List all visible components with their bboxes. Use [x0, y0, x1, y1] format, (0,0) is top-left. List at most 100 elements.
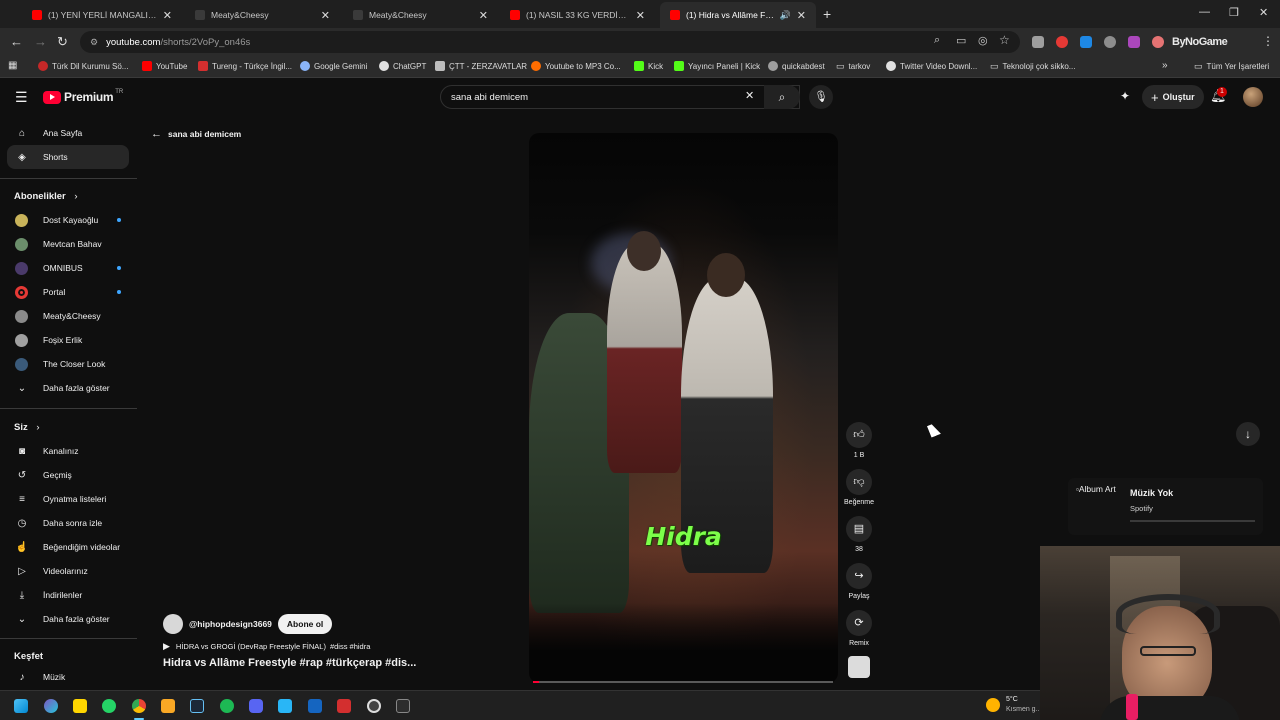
- bookmark-item[interactable]: Tureng - Türkçe İngil...: [198, 61, 292, 71]
- remix-action[interactable]: ⟳ Remix: [846, 610, 872, 647]
- subscriptions-header[interactable]: Abonelikler ›: [14, 191, 78, 202]
- copilot-icon[interactable]: [44, 699, 58, 713]
- bookmark-item[interactable]: YouTube: [142, 61, 187, 71]
- extension-icon[interactable]: [1080, 36, 1092, 48]
- sidebar-item-shorts[interactable]: ◈ Shorts: [7, 145, 129, 169]
- subscription-item[interactable]: Meaty&Cheesy: [7, 304, 129, 328]
- bookmark-item[interactable]: Youtube to MP3 Co...: [531, 61, 621, 71]
- chrome-icon[interactable]: [132, 699, 146, 713]
- browser-menu-icon[interactable]: ⋮: [1262, 34, 1274, 48]
- close-tab-icon[interactable]: ✕: [479, 9, 488, 22]
- all-bookmarks-folder[interactable]: ▭ Tüm Yer İşaretleri: [1194, 61, 1269, 72]
- clear-search-icon[interactable]: ✕: [745, 89, 754, 102]
- more-bookmarks-icon[interactable]: »: [1162, 60, 1168, 71]
- share-arrow-icon[interactable]: ↪: [846, 563, 872, 589]
- terminal-icon[interactable]: [396, 699, 410, 713]
- whatsapp-icon[interactable]: [102, 699, 116, 713]
- site-info-icon[interactable]: ⚙: [90, 37, 98, 48]
- account-avatar[interactable]: [1243, 87, 1263, 107]
- bookmark-folder[interactable]: ▭ tarkov: [836, 61, 870, 72]
- browser-tab[interactable]: (1) NASIL 33 KG VERDİM ? (Hay... ✕: [500, 2, 655, 28]
- audio-playing-icon[interactable]: 🔊: [780, 10, 791, 21]
- app-icon[interactable]: [308, 699, 322, 713]
- comments-action[interactable]: ▤ 38: [846, 516, 872, 553]
- pdf-reader-icon[interactable]: [337, 699, 351, 713]
- weather-widget[interactable]: 5°C Kısmen g...: [1006, 695, 1041, 715]
- browser-tab[interactable]: Meaty&Cheesy ✕: [185, 2, 340, 28]
- subscription-item[interactable]: Dost Kayaoğlu: [7, 208, 129, 232]
- bookmark-item[interactable]: ChatGPT: [379, 61, 426, 71]
- gem-icon[interactable]: ✦: [1120, 89, 1130, 103]
- sticky-notes-icon[interactable]: [73, 699, 87, 713]
- discord-icon[interactable]: [249, 699, 263, 713]
- back-arrow-icon[interactable]: ←: [10, 34, 23, 49]
- address-bar[interactable]: ⚙ youtube.com/shorts/2VoPy_on46s: [80, 31, 1020, 53]
- bookmark-star-icon[interactable]: ☆: [999, 33, 1010, 47]
- close-window-icon[interactable]: ✕: [1259, 6, 1268, 19]
- sidebar-item-watch-later[interactable]: ◷ Daha sonra izle: [7, 511, 129, 535]
- file-explorer-icon[interactable]: [161, 699, 175, 713]
- extension-icon[interactable]: [1128, 36, 1140, 48]
- restore-icon[interactable]: ❐: [1229, 6, 1239, 19]
- close-tab-icon[interactable]: ✕: [163, 9, 172, 22]
- spotify-icon[interactable]: [220, 699, 234, 713]
- search-button[interactable]: ⌕: [764, 85, 800, 109]
- bookmark-item[interactable]: Google Gemini: [300, 61, 367, 71]
- subscription-item[interactable]: Foşix Erlik: [7, 328, 129, 352]
- browser-tab-active[interactable]: (1) Hidra vs Allâme Freestyle... 🔊 ✕: [660, 2, 816, 28]
- new-tab-button[interactable]: +: [823, 6, 831, 22]
- extension-icon[interactable]: [1056, 36, 1068, 48]
- cast-icon[interactable]: ▭: [956, 34, 966, 47]
- app-icon[interactable]: [278, 699, 292, 713]
- close-tab-icon[interactable]: ✕: [636, 9, 645, 22]
- extension-icon[interactable]: [1152, 36, 1164, 48]
- youtube-logo[interactable]: Premium TR: [43, 89, 123, 104]
- sidebar-item-liked-videos[interactable]: ☝ Beğendiğim videolar: [7, 535, 129, 559]
- sidebar-item-music[interactable]: ♪ Müzik: [7, 665, 129, 689]
- subscription-item[interactable]: The Closer Look: [7, 352, 129, 376]
- dislike-thumb-icon[interactable]: 👎︎: [846, 469, 872, 495]
- dislike-action[interactable]: 👎︎ Beğenme: [844, 469, 874, 506]
- sidebar-item-your-videos[interactable]: ▷ Videolarınız: [7, 559, 129, 583]
- bookmark-item[interactable]: Twitter Video Downl...: [886, 61, 977, 71]
- remix-icon[interactable]: ⟳: [846, 610, 872, 636]
- next-short-arrow-icon[interactable]: ↓: [1236, 422, 1260, 446]
- eye-off-icon[interactable]: ◎: [978, 34, 988, 47]
- steam-icon[interactable]: [190, 699, 204, 713]
- comment-bubble-icon[interactable]: ▤: [846, 516, 872, 542]
- back-to-search[interactable]: ← sana abi demicem: [151, 128, 241, 140]
- browser-tab[interactable]: (1) YENİ YERLİ MANGALIMIZI D... ✕: [22, 2, 182, 28]
- like-action[interactable]: 👍︎ 1 B: [846, 422, 872, 459]
- sidebar-item-downloads[interactable]: ⤓ İndirilenler: [7, 583, 129, 607]
- video-title[interactable]: Hidra vs Allâme Freestyle #rap #türkçera…: [163, 657, 416, 669]
- sound-thumbnail[interactable]: [848, 656, 870, 678]
- shorts-video-player[interactable]: Hidra: [529, 133, 838, 683]
- share-action[interactable]: ↪ Paylaş: [846, 563, 872, 600]
- subscription-item[interactable]: Mevtcan Bahav: [7, 232, 129, 256]
- forward-arrow-icon[interactable]: →: [34, 34, 47, 49]
- channel-avatar[interactable]: [163, 614, 183, 634]
- subscription-item[interactable]: OMNIBUS: [7, 256, 129, 280]
- extension-icon[interactable]: [1032, 36, 1044, 48]
- apps-grid-icon[interactable]: ▦: [8, 60, 17, 71]
- video-progress-bar[interactable]: [533, 681, 833, 683]
- close-tab-icon[interactable]: ✕: [321, 9, 330, 22]
- like-thumb-icon[interactable]: 👍︎: [846, 422, 872, 448]
- guide-menu-icon[interactable]: ☰: [15, 89, 28, 106]
- windows-start-icon[interactable]: [14, 699, 28, 713]
- weather-icon[interactable]: [986, 698, 1000, 712]
- minimize-icon[interactable]: —: [1199, 6, 1210, 18]
- bookmark-item[interactable]: Kick: [634, 61, 663, 71]
- bookmark-item[interactable]: Türk Dil Kurumu Sö...: [38, 61, 128, 71]
- channel-name[interactable]: @hiphopdesign3669: [189, 619, 272, 629]
- sidebar-item-history[interactable]: ↺ Geçmiş: [7, 463, 129, 487]
- playlist-link[interactable]: ▶ HİDRA vs GROGİ (DevRap Freestyle FİNAL…: [163, 641, 370, 652]
- close-tab-icon[interactable]: ✕: [797, 9, 806, 22]
- show-more-button[interactable]: ⌄ Daha fazla göster: [7, 376, 129, 400]
- bookmark-folder[interactable]: ▭ Teknoloji çok sikko...: [990, 61, 1075, 72]
- bookmark-item[interactable]: ÇTT - ZERZAVATLAR: [435, 61, 527, 71]
- sidebar-item-your-channel[interactable]: ◙ Kanalınız: [7, 439, 129, 463]
- bookmark-item[interactable]: quickabdest: [768, 61, 825, 71]
- obs-icon[interactable]: [367, 699, 381, 713]
- you-header[interactable]: Siz ›: [14, 422, 40, 433]
